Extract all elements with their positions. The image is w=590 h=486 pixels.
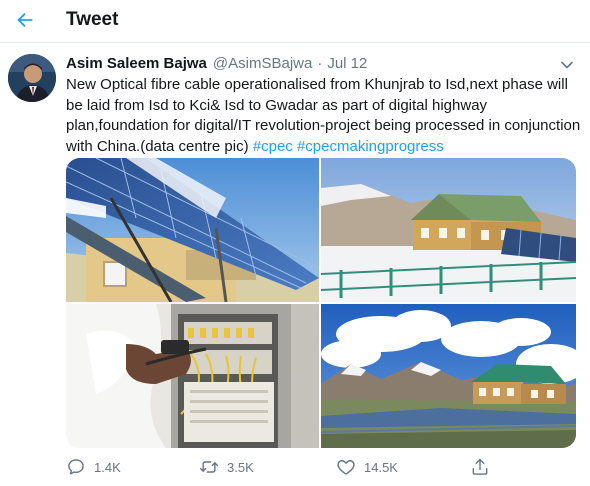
hashtag-link[interactable]: #cpecmakingprogress <box>297 138 444 155</box>
separator: · <box>317 55 323 72</box>
solar-panels-photo <box>66 158 319 302</box>
fibre-rack-photo <box>66 304 319 448</box>
mountain-building-photo <box>321 158 576 302</box>
top-bar: Tweet <box>0 0 590 43</box>
photo-fibre-rack[interactable] <box>66 304 319 448</box>
tweet-text: New Optical fibre cable operationalised … <box>66 75 581 157</box>
more-options-button[interactable] <box>556 54 578 76</box>
tweet-header: Asim Saleem Bajwa @AsimSBajwa · Jul 12 <box>66 55 367 75</box>
author-name[interactable]: Asim Saleem Bajwa <box>66 55 207 72</box>
share-icon <box>472 458 488 475</box>
chevron-down-icon <box>561 61 573 69</box>
media-grid <box>66 158 576 448</box>
like-button[interactable]: 14.5K <box>336 456 398 478</box>
reply-count: 1.4K <box>94 459 121 475</box>
page-title: Tweet <box>66 9 119 30</box>
retweet-button[interactable]: 3.5K <box>199 456 254 478</box>
mountain-clouds-photo <box>321 304 576 448</box>
tweet-date[interactable]: Jul 12 <box>327 55 367 72</box>
heart-icon <box>337 460 355 475</box>
photo-mountain-clouds[interactable] <box>321 304 576 448</box>
retweet-count: 3.5K <box>227 459 254 475</box>
author-handle[interactable]: @AsimSBajwa <box>213 55 312 72</box>
reply-icon <box>68 459 84 475</box>
like-count: 14.5K <box>364 459 398 475</box>
arrow-left-icon <box>17 12 33 28</box>
hashtag-link[interactable]: #cpec <box>253 138 293 155</box>
reply-button[interactable]: 1.4K <box>66 456 121 478</box>
share-button[interactable] <box>470 456 490 478</box>
photo-mountain-building[interactable] <box>321 158 576 302</box>
retweet-icon <box>199 461 219 473</box>
photo-solar-panels[interactable] <box>66 158 319 302</box>
back-button[interactable] <box>10 5 40 35</box>
author-avatar[interactable] <box>8 54 56 102</box>
tweet-actions: 1.4K 3.5K 14.5K <box>66 456 506 478</box>
